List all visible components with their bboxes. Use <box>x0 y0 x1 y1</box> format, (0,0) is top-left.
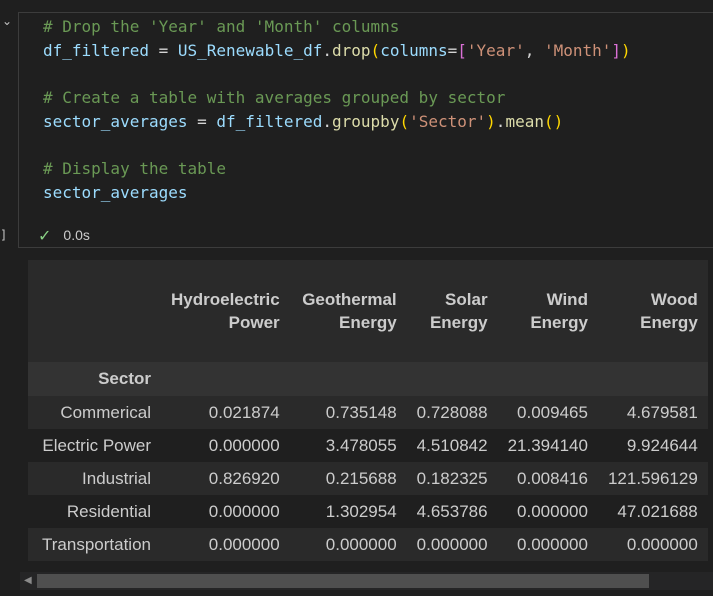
index-name-row: Sector <box>28 362 708 396</box>
dataframe-table: Hydroelectric Power Geothermal Energy Solar E… <box>28 260 708 561</box>
code-editor[interactable]: # Drop the 'Year' and 'Month' columns df_… <box>43 15 631 205</box>
code-line: # Drop the 'Year' and 'Month' columns <box>43 15 631 39</box>
table-cell: 0.000000 <box>517 534 588 554</box>
table-cell: 0.000000 <box>325 534 397 554</box>
table-cell: 0.826920 <box>208 468 280 488</box>
table-row: Industrial 0.826920 0.215688 0.182325 0.0084… <box>28 462 708 495</box>
column-header: Hydroelectric Power <box>171 289 280 333</box>
table-cell: 0.735148 <box>325 402 397 422</box>
table-cell: 4.653786 <box>416 501 488 521</box>
code-token: sector_averages <box>43 111 188 131</box>
code-token: # Drop the 'Year' and 'Month' columns <box>43 17 400 36</box>
table-cell: 0.000000 <box>208 501 280 521</box>
code-token: . <box>495 111 506 131</box>
code-token: 'Month' <box>543 40 612 60</box>
table-cell: 0.000000 <box>626 534 698 554</box>
table-cell: 1.302954 <box>325 501 397 521</box>
table-cell: 0.000000 <box>416 534 488 554</box>
table-cell: 0.182325 <box>416 468 488 488</box>
table-cell: 0.215688 <box>325 468 397 488</box>
code-token: ) <box>486 111 496 131</box>
table-cell: 3.478055 <box>325 435 397 455</box>
column-header: Solar Energy <box>429 289 488 333</box>
table-cell: 47.021688 <box>617 501 698 521</box>
table-cell: 0.021874 <box>208 402 280 422</box>
table-cell: 0.000000 <box>208 534 280 554</box>
table-cell: 121.596129 <box>607 468 698 488</box>
code-token: ) <box>621 40 631 60</box>
table-row: Residential 0.000000 1.302954 4.653786 0.000… <box>28 495 708 528</box>
output-area: Hydroelectric Power Geothermal Energy Solar E… <box>28 260 713 574</box>
table-cell: 0.008416 <box>517 468 588 488</box>
column-header: Geothermal Energy <box>302 289 397 333</box>
row-index: Transportation <box>42 534 151 554</box>
code-token: df_filtered <box>43 40 149 60</box>
table-cell: 0.000000 <box>517 501 588 521</box>
code-token: 'Year' <box>466 40 525 60</box>
column-header: Wind Energy <box>530 289 588 333</box>
code-token: [ <box>457 40 467 60</box>
table-cell: 0.728088 <box>416 402 488 422</box>
code-token: . <box>322 40 333 60</box>
table-cell: 9.924644 <box>626 435 698 455</box>
code-token: ] <box>611 40 622 60</box>
code-token: US_Renewable_df <box>177 40 323 60</box>
code-line: # Display the table <box>43 157 631 181</box>
code-token: # Create a table with averages grouped b… <box>43 88 506 108</box>
row-index: Electric Power <box>42 435 151 455</box>
code-token: = <box>447 40 458 60</box>
scrollbar-thumb[interactable] <box>37 574 649 588</box>
check-icon: ✓ <box>38 225 52 245</box>
gutter-bracket: ] <box>0 228 8 242</box>
row-index: Residential <box>66 501 151 521</box>
code-token: 'Sector' <box>409 111 487 131</box>
code-token: df_filtered <box>216 111 323 131</box>
table-cell: 0.000000 <box>208 435 280 455</box>
column-header: Wood Energy <box>640 289 698 333</box>
table-cell: 4.679581 <box>626 402 698 422</box>
code-line: # Create a table with averages grouped b… <box>43 86 631 110</box>
horizontal-scrollbar[interactable]: ◀ <box>20 572 713 590</box>
column-header-row: Hydroelectric Power Geothermal Energy Solar E… <box>28 260 708 362</box>
table-cell: 0.009465 <box>517 402 588 422</box>
code-line: df_filtered = US_Renewable_df.drop(colum… <box>43 39 631 63</box>
table-cell: 4.510842 <box>416 435 488 455</box>
table-cell: 21.394140 <box>507 435 588 455</box>
table-row: Commerical 0.021874 0.735148 0.728088 0.0094… <box>28 396 708 429</box>
collapse-chevron-down-icon[interactable]: ⌄ <box>2 14 16 28</box>
code-token: () <box>543 111 564 131</box>
index-name: Sector <box>98 369 151 388</box>
code-token: = <box>148 40 178 60</box>
code-token: # Display the table <box>43 159 227 179</box>
row-index: Commerical <box>60 402 151 422</box>
row-index: Industrial <box>82 468 151 488</box>
code-token: mean <box>505 111 544 131</box>
code-token: drop <box>332 40 371 60</box>
code-token: , <box>524 40 544 60</box>
code-token: = <box>187 111 217 131</box>
code-line: sector_averages <box>43 181 631 205</box>
execution-status: ✓ 0.0s <box>38 225 90 245</box>
code-token: ( <box>399 111 410 131</box>
code-token: . <box>322 111 333 131</box>
index-name-spacer <box>161 362 708 396</box>
code-token: sector_averages <box>43 182 188 202</box>
execution-time: 0.0s <box>63 227 90 243</box>
scroll-left-arrow-icon[interactable]: ◀ <box>24 575 32 586</box>
table-row: Transportation 0.000000 0.000000 0.000000 0.… <box>28 528 708 561</box>
code-line: sector_averages = df_filtered.groupby('S… <box>43 110 631 134</box>
corner-header-cell <box>28 260 161 362</box>
table-row: Electric Power 0.000000 3.478055 4.510842 21… <box>28 429 708 462</box>
code-token: groupby <box>332 111 400 131</box>
code-token: columns <box>380 40 448 60</box>
code-token: ( <box>370 40 381 60</box>
